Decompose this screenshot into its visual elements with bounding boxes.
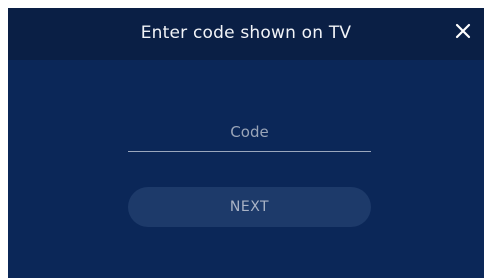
close-icon (455, 23, 471, 39)
code-field (128, 112, 371, 154)
dialog-header: Enter code shown on TV (8, 8, 484, 60)
next-button[interactable]: NEXT (128, 187, 371, 227)
code-input[interactable] (128, 112, 371, 152)
dialog-title: Enter code shown on TV (140, 23, 352, 43)
tv-code-dialog: Enter code shown on TV NEXT (8, 8, 484, 278)
close-button[interactable] (454, 22, 472, 40)
